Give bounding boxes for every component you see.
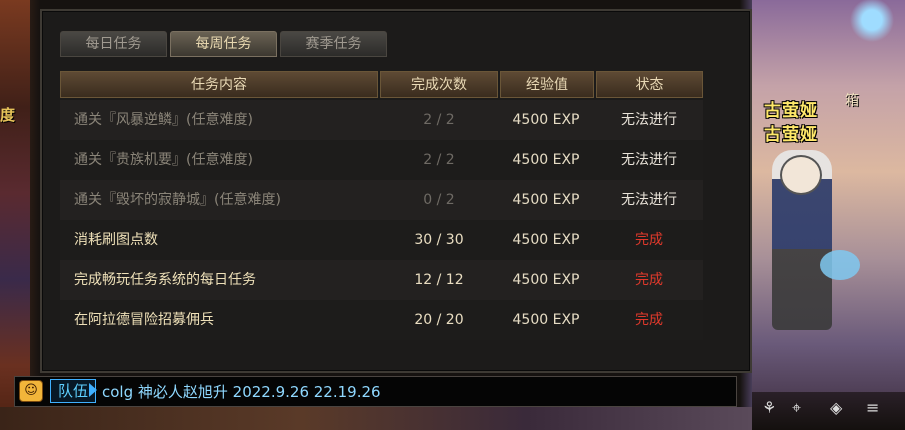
- player-character-head: [780, 155, 822, 195]
- column-header-task: 任务内容: [60, 71, 378, 98]
- table-row[interactable]: 通关『贵族机要』(任意难度) 2 / 2 4500 EXP 无法进行: [60, 140, 703, 180]
- quest-table-header: 任务内容 完成次数 经验值 状态: [60, 71, 703, 98]
- left-background-label: 度: [0, 106, 16, 124]
- quest-status: 无法进行: [621, 112, 677, 128]
- character-bow-ornament: [820, 250, 860, 280]
- table-row[interactable]: 消耗刷图点数 30 / 30 4500 EXP 完成: [60, 220, 703, 260]
- quest-exp-reward: 4500 EXP: [512, 272, 580, 288]
- column-header-exp: 经验值: [500, 71, 594, 98]
- bottom-scene-strip: [0, 407, 752, 430]
- character-name-label-secondary: 古萤娅: [764, 125, 818, 145]
- quest-status: 无法进行: [621, 192, 677, 208]
- character-name-label: 古萤娅: [764, 101, 818, 121]
- tab-season-quests[interactable]: 赛季任务: [280, 31, 387, 57]
- location-pin-icon[interactable]: ⌖: [792, 398, 801, 418]
- quest-completion-count: 12 / 12: [414, 272, 464, 288]
- column-header-count: 完成次数: [380, 71, 498, 98]
- quest-task-name: 通关『贵族机要』(任意难度): [74, 152, 253, 168]
- quest-status: 无法进行: [621, 152, 677, 168]
- scene-sign-text: 箱: [845, 93, 859, 109]
- quest-status-complete: 完成: [635, 232, 663, 248]
- quest-task-name: 通关『毁坏的寂静城』(任意难度): [74, 192, 281, 208]
- menu-icon[interactable]: ≡: [866, 398, 879, 417]
- quest-exp-reward: 4500 EXP: [512, 152, 580, 168]
- emoji-icon[interactable]: ☺: [19, 380, 43, 402]
- column-header-status: 状态: [596, 71, 703, 98]
- wheat-icon[interactable]: ⚘: [762, 398, 776, 417]
- quest-completion-count: 30 / 30: [414, 232, 464, 248]
- quest-task-name: 在阿拉德冒险招募佣兵: [74, 312, 214, 328]
- quest-exp-reward: 4500 EXP: [512, 312, 580, 328]
- table-row[interactable]: 在阿拉德冒险招募佣兵 20 / 20 4500 EXP 完成: [60, 300, 703, 340]
- quest-exp-reward: 4500 EXP: [512, 112, 580, 128]
- quest-status-complete: 完成: [635, 312, 663, 328]
- game-screen: 度 箱 古萤娅 古萤娅 ⚘ ⌖ ◈ ≡ 每日任务 每周任务 赛季任务 任务内容 …: [0, 0, 905, 430]
- table-row[interactable]: 通关『风暴逆鳞』(任意难度) 2 / 2 4500 EXP 无法进行: [60, 100, 703, 140]
- quest-completion-count: 0 / 2: [423, 192, 455, 208]
- quest-status-complete: 完成: [635, 272, 663, 288]
- left-background: [0, 0, 30, 430]
- quest-exp-reward: 4500 EXP: [512, 232, 580, 248]
- channel-arrow-icon: [89, 383, 97, 397]
- quest-completion-count: 2 / 2: [423, 152, 455, 168]
- quest-exp-reward: 4500 EXP: [512, 192, 580, 208]
- chat-message-text: colg 神必人赵旭升 2022.9.26 22.19.26: [102, 383, 381, 401]
- shop-icon[interactable]: ◈: [830, 398, 842, 417]
- quest-task-name: 通关『风暴逆鳞』(任意难度): [74, 112, 253, 128]
- quest-completion-count: 20 / 20: [414, 312, 464, 328]
- tab-daily-quests[interactable]: 每日任务: [60, 31, 167, 57]
- table-row[interactable]: 完成畅玩任务系统的每日任务 12 / 12 4500 EXP 完成: [60, 260, 703, 300]
- quest-completion-count: 2 / 2: [423, 112, 455, 128]
- quest-task-name: 完成畅玩任务系统的每日任务: [74, 272, 256, 288]
- table-row[interactable]: 通关『毁坏的寂静城』(任意难度) 0 / 2 4500 EXP 无法进行: [60, 180, 703, 220]
- quest-task-name: 消耗刷图点数: [74, 232, 158, 248]
- tab-weekly-quests[interactable]: 每周任务: [170, 31, 277, 57]
